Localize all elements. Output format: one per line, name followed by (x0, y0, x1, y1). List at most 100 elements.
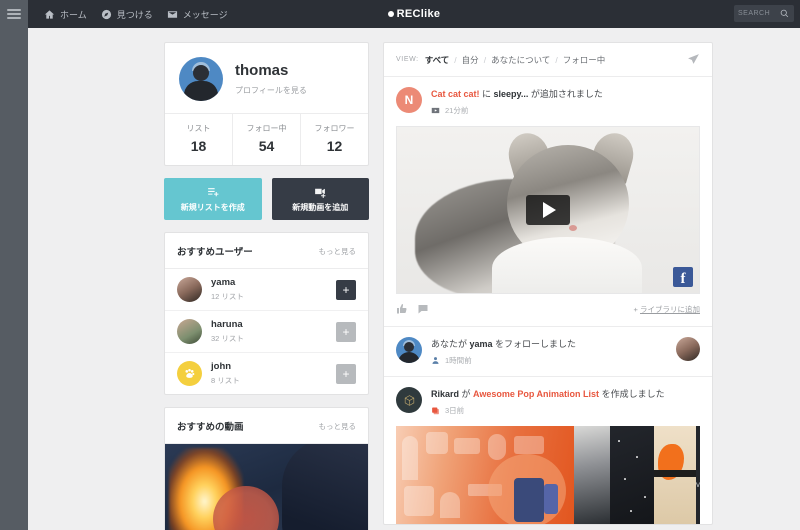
feed-item-text: あなたが yama をフォローしました (431, 338, 667, 350)
collage-tile-video-count[interactable]: 12 videos (696, 426, 700, 525)
stat-followers-value: 12 (326, 138, 343, 154)
user-name: yama (211, 277, 236, 288)
thumbs-up-icon[interactable] (396, 303, 408, 315)
collage-tile-gray-abstract[interactable] (574, 426, 610, 525)
view-option-following[interactable]: フォロー中 (563, 54, 606, 66)
search-input[interactable] (738, 10, 780, 17)
avatar[interactable] (179, 57, 223, 101)
view-option-self[interactable]: 自分 (462, 54, 479, 66)
paw-icon (185, 368, 195, 378)
top-bar: ホーム 見つける メッセージ REClike (28, 0, 800, 28)
feed-pre-text: あなたが (431, 339, 470, 350)
play-icon[interactable] (526, 195, 570, 226)
suggested-users-more[interactable]: もっと見る (319, 246, 357, 257)
nav-label-discover: 見つける (116, 9, 153, 20)
avatar[interactable] (396, 337, 422, 364)
view-separator: / (555, 54, 558, 65)
view-profile-link[interactable]: プロフィールを見る (235, 85, 307, 96)
add-video-label: 新規動画を追加 (292, 202, 349, 212)
collage-tile-night-sky[interactable] (610, 426, 654, 525)
view-option-all[interactable]: すべて (425, 54, 450, 66)
haruna-avatar (177, 319, 202, 344)
feed-link-video[interactable]: sleepy... (494, 89, 529, 99)
envelope-icon (167, 10, 177, 18)
add-video-button[interactable]: 新規動画を追加 (271, 178, 369, 220)
suggested-video-thumbnail[interactable] (165, 444, 368, 530)
view-label: VIEW: (396, 56, 419, 63)
app-window: ホーム 見つける メッセージ REClike SEARCH thomas プロフ… (0, 0, 800, 530)
search-box[interactable] (734, 5, 794, 22)
stat-following[interactable]: フォロー中 54 (233, 114, 301, 165)
collage-tile-robot-illustration[interactable] (396, 426, 574, 525)
cat-video-thumbnail[interactable]: f (396, 126, 700, 295)
feed-post-text: が追加されました (528, 89, 603, 99)
feed-link-list[interactable]: Awesome Pop Animation List (473, 389, 599, 399)
nav-label-home: ホーム (60, 9, 87, 20)
user-list-count: 32 リスト (211, 334, 244, 343)
search-icon[interactable] (780, 9, 789, 18)
feed-link-user[interactable]: Rikard (431, 389, 459, 399)
paper-plane-icon[interactable] (687, 53, 700, 66)
list-item[interactable]: john 8 リスト + (165, 353, 368, 394)
feed-post-text: をフォローしました (492, 339, 577, 350)
feed-mid-text: に (479, 89, 494, 99)
stat-followers-label: フォロワー (314, 124, 355, 133)
feed-link-user[interactable]: yama (470, 339, 493, 349)
stat-lists[interactable]: リスト 18 (165, 114, 233, 165)
nav-item-discover[interactable]: 見つける (101, 8, 153, 21)
follow-button[interactable]: + (336, 321, 356, 342)
view-separator: / (454, 54, 457, 65)
nav-item-home[interactable]: ホーム (44, 8, 87, 21)
feed-link-list[interactable]: Cat cat cat! (431, 89, 480, 99)
feed-item-text: Rikard が Awesome Pop Animation List を作成し… (431, 388, 700, 400)
feed-item-meta: 1時間前 (431, 355, 667, 366)
create-list-button[interactable]: 新規リストを作成 (164, 178, 262, 220)
yama-avatar (177, 277, 202, 302)
logo-text: REClike (396, 8, 441, 20)
suggested-users-title: おすすめユーザー (177, 247, 253, 258)
list-item[interactable]: yama 12 リスト + (165, 269, 368, 311)
compass-icon (101, 9, 111, 19)
comment-icon[interactable] (417, 303, 429, 315)
yama-avatar[interactable] (676, 337, 700, 362)
stat-following-value: 54 (258, 138, 275, 154)
list-item[interactable]: haruna 32 リスト + (165, 311, 368, 353)
suggested-videos-card: おすすめの動画 もっと見る (164, 407, 369, 530)
avatar[interactable]: N (396, 87, 422, 113)
list-collage[interactable]: 12 videos (396, 426, 700, 525)
user-list-count: 12 リスト (211, 292, 244, 301)
facebook-icon[interactable]: f (673, 267, 693, 288)
feed-timestamp: 21分前 (445, 106, 469, 116)
view-separator: / (483, 54, 487, 65)
stat-lists-label: リスト (186, 124, 211, 133)
page-title: thomas (235, 62, 289, 79)
suggested-users-header: おすすめユーザー もっと見る (165, 233, 368, 269)
feed-item: あなたが yama をフォローしました 1時間前 (384, 327, 712, 378)
feed-post-text: を作成しました (599, 389, 665, 400)
feed-view-bar: VIEW: すべて / 自分 / あなたについて / フォロー中 (384, 43, 712, 77)
feed-item-text: Cat cat cat! に sleepy... が追加されました (431, 88, 700, 100)
feed-item-header: Rikard が Awesome Pop Animation List を作成し… (384, 377, 712, 426)
avatar[interactable] (396, 387, 422, 414)
suggested-videos-more[interactable]: もっと見る (319, 421, 357, 432)
follow-button[interactable]: + (336, 279, 356, 300)
user-name: john (211, 361, 232, 372)
left-column: thomas プロフィールを見る リスト 18 フォロー中 54 フォロワー 1… (164, 42, 369, 530)
logo-dot-icon (387, 11, 394, 17)
nav-item-messages[interactable]: メッセージ (167, 8, 228, 21)
profile-card: thomas プロフィールを見る リスト 18 フォロー中 54 フォロワー 1… (164, 42, 369, 166)
home-icon (44, 9, 55, 19)
nav-label-messages: メッセージ (182, 9, 228, 20)
stat-following-label: フォロー中 (246, 124, 287, 133)
hamburger-icon[interactable] (7, 9, 21, 20)
add-prefix: + (633, 304, 638, 314)
collage-tile-orange-blob[interactable] (654, 426, 696, 525)
add-to-library-button[interactable]: + ライブラリに追加 (634, 304, 700, 315)
view-option-about-you[interactable]: あなたについて (491, 54, 550, 66)
follow-button[interactable]: + (336, 363, 356, 384)
right-column: VIEW: すべて / 自分 / あなたについて / フォロー中 N Cat c… (383, 42, 713, 530)
feed-timestamp: 3日前 (445, 406, 465, 416)
feed-item: N Cat cat cat! に sleepy... が追加されました 21分前 (384, 77, 712, 328)
stat-followers[interactable]: フォロワー 12 (301, 114, 368, 165)
video-count-label: videos (696, 480, 700, 490)
